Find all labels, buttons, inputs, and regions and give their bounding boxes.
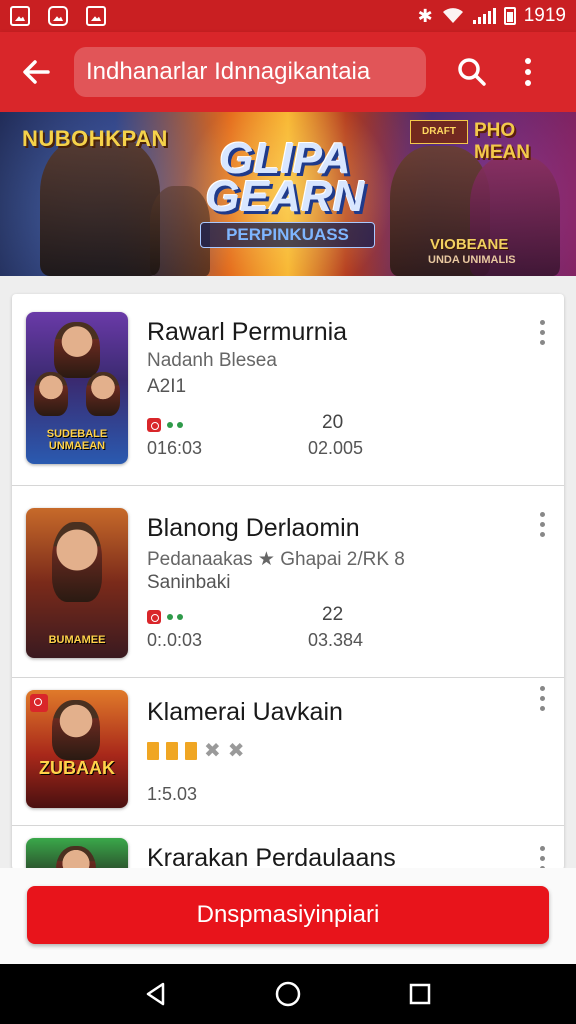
- status-dots-icon: [167, 422, 183, 428]
- item-extra: A2I1: [147, 376, 187, 397]
- item-title: Krarakan Perdaulaans: [147, 844, 396, 870]
- item-title: Klamerai Uavkain: [147, 698, 343, 726]
- thumbnail-character: [52, 700, 100, 760]
- nav-home-icon: [275, 981, 301, 1007]
- rating-empty-icon: ✖: [227, 740, 245, 762]
- item-more-button[interactable]: [526, 678, 558, 718]
- item-title: Blanong Derlaomin: [147, 514, 360, 542]
- overflow-menu-button[interactable]: [502, 46, 554, 98]
- list-item[interactable]: BUMAMEE Blanong Derlaomin Pedanaakas ★ G…: [12, 486, 564, 678]
- search-button[interactable]: [446, 46, 498, 98]
- signal-icon: [472, 8, 496, 24]
- item-meta-icons: [147, 418, 183, 432]
- item-subtitle: Pedanaakas ★ Ghapai 2/RK 8: [147, 549, 405, 570]
- back-button[interactable]: [12, 48, 60, 96]
- arrow-left-icon: [23, 60, 50, 84]
- rating-empty-icon: ✖: [204, 740, 221, 762]
- banner-character-left: [40, 136, 160, 276]
- nav-recents-button[interactable]: [400, 974, 440, 1014]
- image-icon: [86, 6, 106, 26]
- gallery-icon: [10, 6, 30, 26]
- game-thumbnail[interactable]: BUMAMEE: [26, 508, 128, 658]
- wifi-icon: [442, 8, 463, 23]
- status-dots-icon: [167, 614, 183, 620]
- nav-home-button[interactable]: [268, 974, 308, 1014]
- rating-filled: [147, 742, 159, 760]
- banner-bottom-right-subtext: UNDA UNIMALIS: [428, 254, 516, 266]
- game-thumbnail[interactable]: ZUBAAK: [26, 690, 128, 808]
- battery-icon: [503, 7, 516, 25]
- bottom-action-area: Dnspmasiyinpiari: [0, 868, 576, 964]
- primary-action-button[interactable]: Dnspmasiyinpiari: [27, 886, 549, 944]
- game-thumbnail[interactable]: SUDEBALE UNMAEAN: [26, 312, 128, 464]
- nav-back-icon: [146, 982, 165, 1006]
- thumbnail-character: [56, 846, 96, 870]
- rating-bar: ✖ ✖: [147, 740, 245, 762]
- list-item[interactable]: ZUBAAK Klamerai Uavkain ✖ ✖ 1:5.03: [12, 678, 564, 826]
- list-item[interactable]: Krarakan Perdaulaans: [12, 826, 564, 870]
- item-time: 016:03: [147, 438, 203, 458]
- banner-top-left-text: NUBOHKPAN: [22, 126, 168, 151]
- promo-banner[interactable]: NUBOHKPAN GLIPA GEARN PERPINKUASS DRAFT …: [0, 112, 576, 276]
- banner-subtitle: PERPINKUASS: [200, 222, 375, 248]
- thumbnail-badge-icon: [30, 694, 48, 712]
- thumbnail-label: SUDEBALE UNMAEAN: [46, 428, 108, 452]
- more-vert-icon: [525, 58, 531, 86]
- more-vert-icon: [539, 319, 545, 345]
- banner-title: GLIPA GEARN: [205, 134, 365, 221]
- thumbnail-label: ZUBAAK: [39, 758, 115, 778]
- status-bar: ✱ 1919: [0, 0, 576, 32]
- thumbnail-character: [52, 522, 102, 602]
- item-time: 0:.0:03: [147, 630, 203, 650]
- item-meta-icons: [147, 610, 183, 624]
- game-list: SUDEBALE UNMAEAN Rawarl Permurnia Nadanh…: [12, 294, 564, 870]
- item-more-button[interactable]: [526, 838, 558, 870]
- item-subtitle: Nadanh Blesea: [147, 350, 277, 371]
- search-input[interactable]: [86, 58, 414, 86]
- thumbnail-character: [34, 372, 68, 416]
- system-nav-bar: [0, 964, 576, 1024]
- banner-top-right-text: PHO MEAN: [474, 120, 530, 163]
- app-badge-icon: [147, 610, 161, 624]
- app-badge-icon: [147, 418, 161, 432]
- app-bar: [0, 32, 576, 112]
- search-icon: [458, 58, 486, 86]
- item-more-button[interactable]: [526, 312, 558, 352]
- item-count: 20: [322, 412, 344, 433]
- item-count: 22: [322, 604, 344, 625]
- rating-filled: [166, 742, 178, 760]
- item-title: Rawarl Permurnia: [147, 318, 348, 346]
- bluetooth-icon: ✱: [417, 5, 433, 26]
- more-vert-icon: [539, 685, 545, 711]
- item-count-sub: 02.005: [308, 438, 364, 458]
- more-vert-icon: [539, 845, 545, 870]
- item-time: 1:5.03: [147, 784, 198, 804]
- nav-recents-icon: [409, 983, 431, 1005]
- status-time: 1919: [523, 5, 566, 26]
- game-thumbnail[interactable]: [26, 838, 128, 870]
- item-more-button[interactable]: [526, 504, 558, 544]
- notification-icon: [48, 6, 68, 26]
- more-vert-icon: [539, 511, 545, 537]
- thumbnail-character: [54, 322, 100, 378]
- banner-badge: DRAFT: [410, 120, 468, 144]
- search-field[interactable]: [74, 47, 426, 97]
- nav-back-button[interactable]: [136, 974, 176, 1014]
- banner-bottom-right-text: VIOBEANE: [430, 236, 509, 253]
- list-item[interactable]: SUDEBALE UNMAEAN Rawarl Permurnia Nadanh…: [12, 294, 564, 486]
- rating-filled: [185, 742, 197, 760]
- thumbnail-label: BUMAMEE: [48, 634, 106, 646]
- item-extra: Saninbaki: [147, 572, 231, 593]
- item-count-sub: 03.384: [308, 630, 364, 650]
- thumbnail-character: [86, 372, 120, 416]
